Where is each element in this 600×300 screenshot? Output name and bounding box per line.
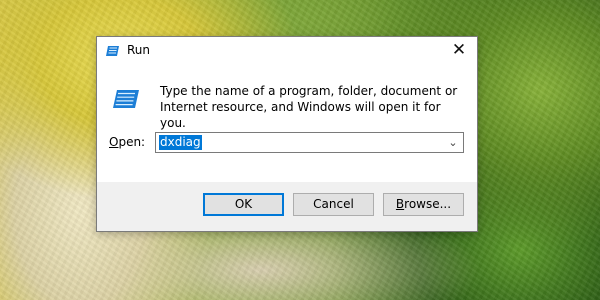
open-label: Open: (109, 135, 145, 149)
title-bar: Run ✕ (97, 37, 477, 65)
open-input[interactable]: dxdiag ⌄ (155, 132, 464, 153)
browse-label-access-key: B (395, 197, 405, 211)
ok-button[interactable]: OK (203, 193, 284, 216)
run-large-icon (113, 90, 139, 108)
dialog-description: Type the name of a program, folder, docu… (160, 84, 458, 130)
browse-label-rest: rowse... (404, 197, 452, 211)
close-button[interactable]: ✕ (447, 40, 471, 60)
open-label-rest: pen: (118, 135, 146, 149)
button-row: OK Cancel Browse... (97, 182, 477, 231)
dialog-content: Type the name of a program, folder, docu… (97, 65, 477, 182)
close-icon: ✕ (451, 40, 467, 60)
run-dialog: Run ✕ Type the name of a program, folder… (96, 36, 478, 232)
browse-button[interactable]: Browse... (383, 193, 464, 216)
cancel-button[interactable]: Cancel (293, 193, 374, 216)
chevron-down-icon[interactable]: ⌄ (446, 134, 460, 151)
open-input-value: dxdiag (159, 135, 202, 150)
dialog-title: Run (127, 43, 151, 57)
run-icon (106, 46, 119, 56)
